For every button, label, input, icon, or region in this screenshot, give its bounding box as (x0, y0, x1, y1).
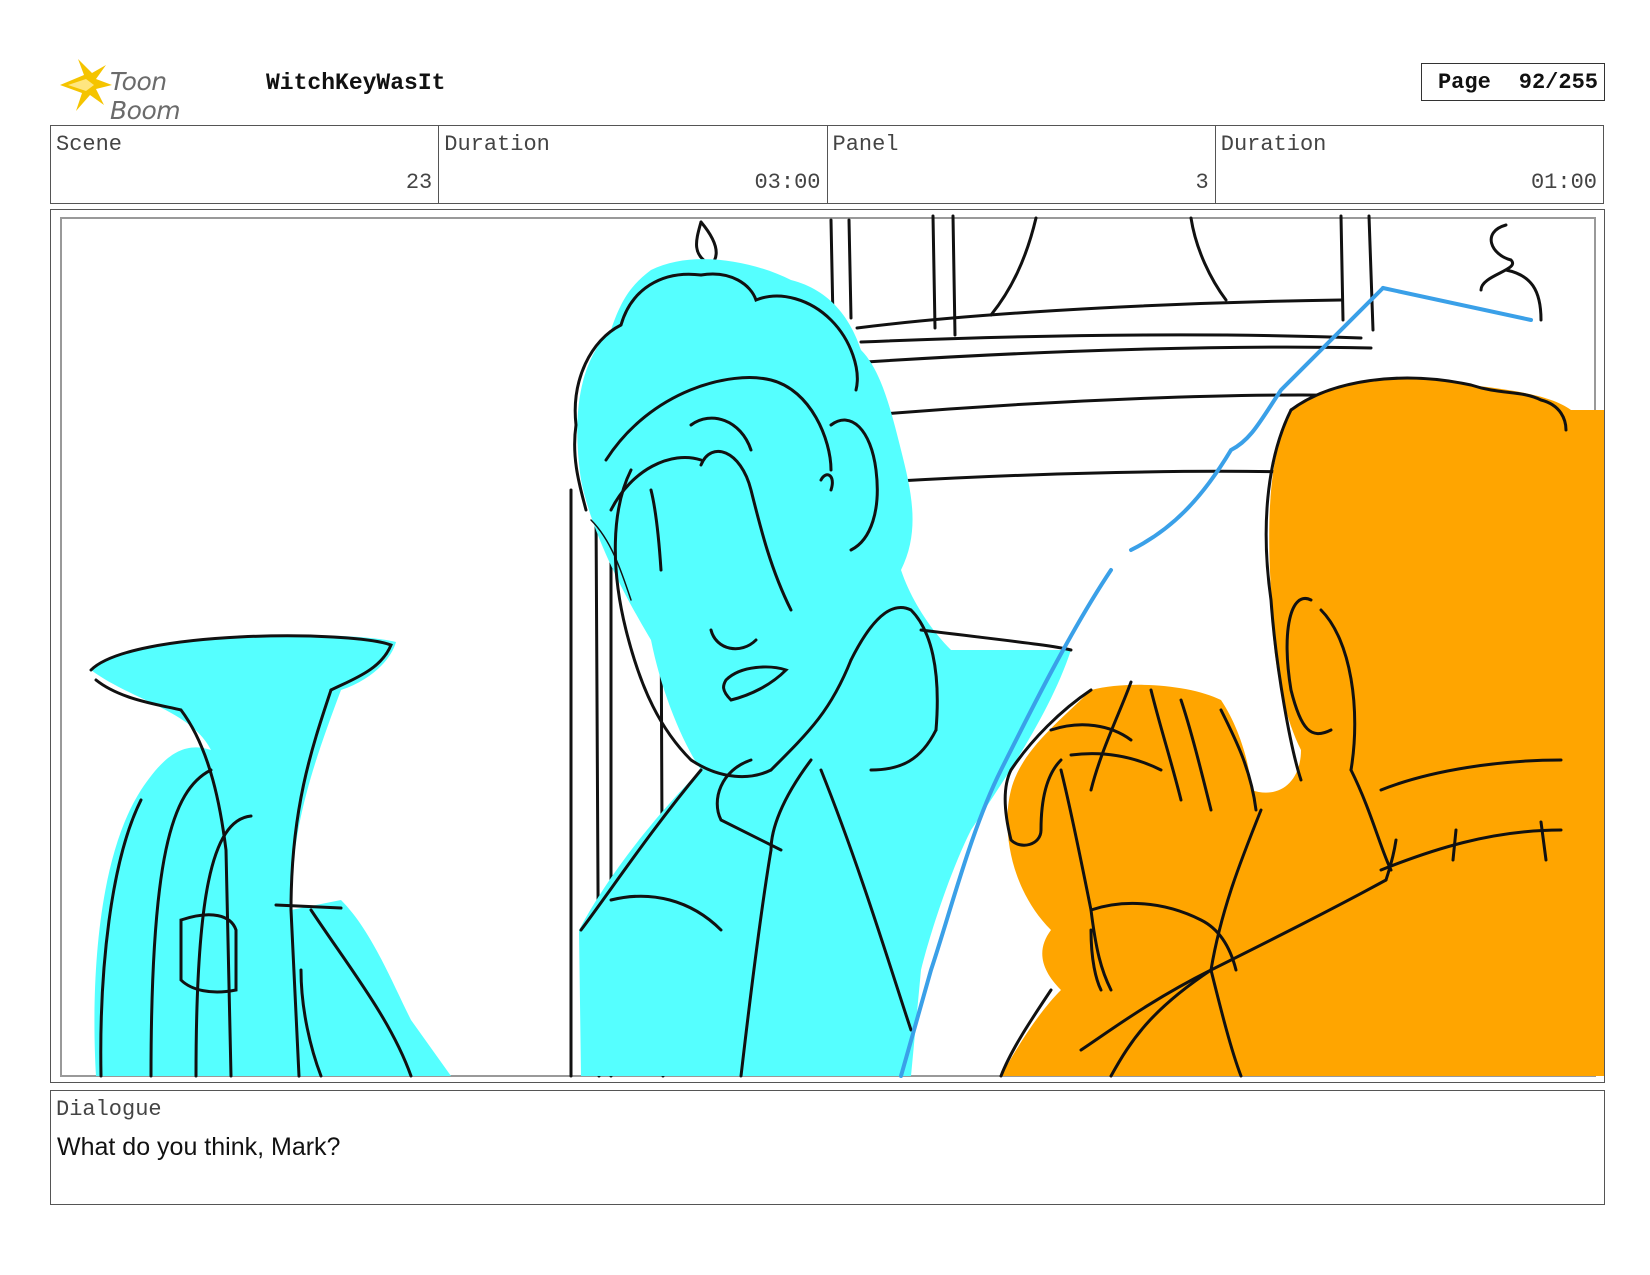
logo-text: Toon Boom (110, 67, 181, 125)
scene-label: Scene (56, 132, 123, 157)
scene-value: 23 (405, 170, 433, 195)
dialogue-box: Dialogue What do you think, Mark? (50, 1090, 1605, 1205)
project-title: WitchKeyWasIt (266, 70, 446, 96)
panel-duration-value: 01:00 (1530, 170, 1597, 195)
toon-boom-logo: Toon Boom (54, 57, 244, 125)
page-label: Page (1437, 69, 1491, 95)
starburst-icon (60, 59, 112, 111)
panel-label: Panel (832, 132, 899, 157)
scene-duration-cell: Duration 03:00 (439, 126, 828, 203)
panel-sketch (60, 214, 1604, 1078)
scene-cell: Scene 23 (51, 126, 440, 203)
dialogue-text: What do you think, Mark? (57, 1133, 341, 1161)
storyboard-header: Toon Boom WitchKeyWasIt Page 92/255 (50, 55, 1605, 125)
panel-cell: Panel 3 (828, 126, 1216, 203)
dialogue-label: Dialogue (56, 1097, 162, 1122)
man-character (573, 259, 1073, 1078)
tuba-prop (89, 634, 451, 1078)
page-indicator: Page 92/255 (1421, 63, 1605, 101)
panel-value: 3 (1195, 170, 1209, 195)
storyboard-panel-image (50, 209, 1605, 1083)
page-number: 92/255 (1518, 69, 1598, 95)
panel-duration-label: Duration (1220, 132, 1327, 157)
scene-info-table: Scene 23 Duration 03:00 Panel 3 Duration… (50, 125, 1604, 204)
mark-character (999, 376, 1604, 1078)
scene-duration-value: 03:00 (754, 170, 821, 195)
panel-duration-cell: Duration 01:00 (1216, 126, 1603, 203)
scene-duration-label: Duration (444, 132, 550, 157)
